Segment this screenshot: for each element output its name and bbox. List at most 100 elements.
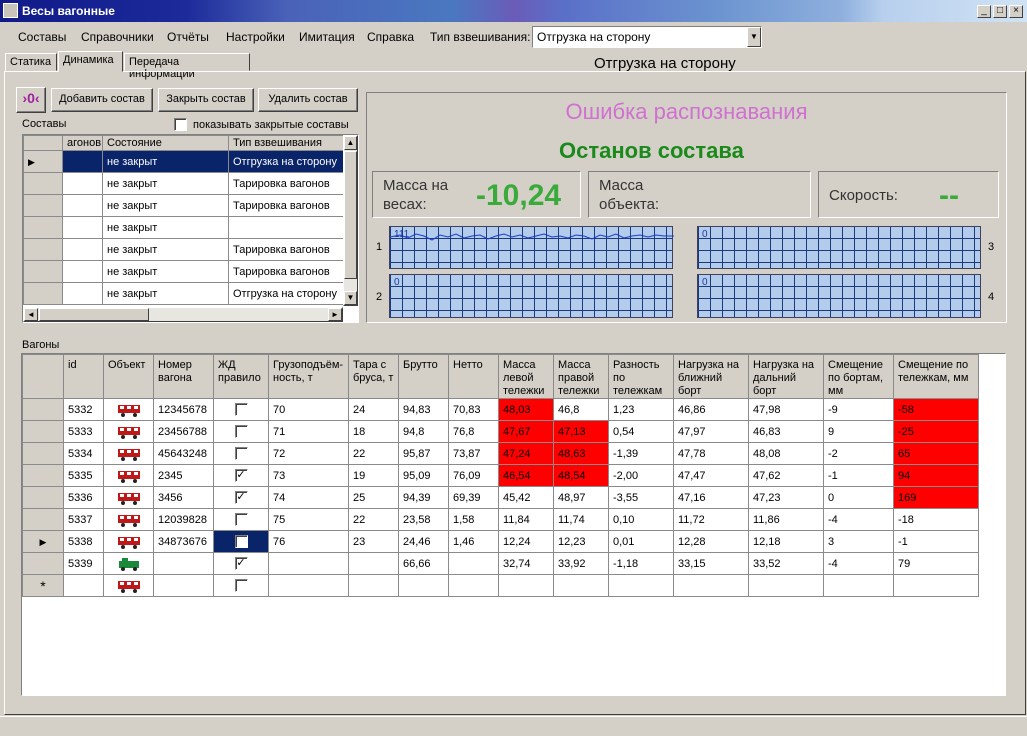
wagon-left-bogie[interactable]: 11,84 [498, 508, 554, 531]
col-header-object[interactable]: Объект [103, 354, 154, 399]
wagon-side-offset[interactable]: -4 [823, 508, 894, 531]
train-row[interactable]: не закрыт Тарировка вагонов [23, 238, 344, 261]
rail-rule-cell[interactable] [213, 442, 269, 465]
train-row[interactable]: не закрыт Тарировка вагонов [23, 172, 344, 195]
wagon-gross[interactable]: 66,66 [398, 552, 449, 575]
row-header[interactable] [23, 282, 63, 305]
scroll-left-icon[interactable]: ◄ [24, 308, 38, 321]
wagon-side-offset[interactable]: 3 [823, 530, 894, 553]
wagon-net[interactable] [448, 574, 499, 597]
wagon-tare[interactable] [348, 552, 399, 575]
wagon-side-offset[interactable]: -2 [823, 442, 894, 465]
col-header-state[interactable]: Состояние [102, 135, 229, 151]
wagon-near-side[interactable]: 46,86 [673, 398, 749, 421]
wagon-left-bogie[interactable]: 32,74 [498, 552, 554, 575]
col-header-count[interactable]: агонов [62, 135, 103, 151]
wagon-bogie-offset[interactable]: -58 [893, 398, 979, 421]
wagon-bogie-offset[interactable] [893, 574, 979, 597]
wagon-near-side[interactable]: 47,47 [673, 464, 749, 487]
wagon-far-side[interactable]: 47,62 [748, 464, 824, 487]
wagon-capacity[interactable]: 70 [268, 398, 349, 421]
train-count[interactable] [62, 216, 103, 239]
rail-rule-checkbox[interactable] [234, 425, 248, 438]
col-header-rail-rule[interactable]: ЖД правило [213, 354, 269, 399]
wagon-gross[interactable]: 95,87 [398, 442, 449, 465]
wagon-id[interactable]: 5339 [63, 552, 104, 575]
wagon-row[interactable]: 5339 ✓ 66,66 32,74 33,92 -1,18 33,15 33,52 -4 79 [22, 552, 979, 575]
col-header-bogie-diff[interactable]: Разность по тележкам [608, 354, 674, 399]
train-state[interactable]: не закрыт [102, 238, 229, 261]
wagon-net[interactable] [448, 552, 499, 575]
wagon-far-side[interactable]: 12,18 [748, 530, 824, 553]
wagon-right-bogie[interactable] [553, 574, 609, 597]
wagon-row[interactable]: 5337 12039828 75 22 23,58 1,58 11,84 11,74 0,10 1… [22, 508, 979, 531]
wagon-bogie-diff[interactable]: 0,01 [608, 530, 674, 553]
wagon-side-offset[interactable]: 9 [823, 420, 894, 443]
wagon-bogie-offset[interactable]: 169 [893, 486, 979, 509]
wagon-bogie-offset[interactable]: -1 [893, 530, 979, 553]
wagon-bogie-offset[interactable]: 79 [893, 552, 979, 575]
show-closed-option[interactable]: показывать закрытые составы [174, 118, 349, 131]
row-header[interactable] [22, 552, 64, 575]
wagon-bogie-diff[interactable]: -1,18 [608, 552, 674, 575]
train-state[interactable]: не закрыт [102, 282, 229, 305]
wagon-far-side[interactable] [748, 574, 824, 597]
row-header[interactable] [23, 194, 63, 217]
wagon-number[interactable]: 45643248 [153, 442, 214, 465]
row-header[interactable] [23, 238, 63, 261]
row-header[interactable] [22, 442, 64, 465]
wagon-object[interactable] [103, 464, 154, 487]
wagon-capacity[interactable] [268, 574, 349, 597]
rail-rule-cell[interactable] [213, 530, 269, 553]
train-row[interactable]: не закрыт [23, 216, 344, 239]
wagon-row[interactable]: 5332 12345678 70 24 94,83 70,83 48,03 46,8 1,23 4… [22, 398, 979, 421]
row-header[interactable] [22, 486, 64, 509]
wagon-near-side[interactable]: 33,15 [673, 552, 749, 575]
wagon-left-bogie[interactable] [498, 574, 554, 597]
col-header-wagon-number[interactable]: Номер вагона [153, 354, 214, 399]
wagon-bogie-offset[interactable]: -18 [893, 508, 979, 531]
menu-item-reports[interactable]: Отчёты [167, 30, 209, 44]
menu-item-simulation[interactable]: Имитация [299, 30, 355, 44]
row-header[interactable] [22, 420, 64, 443]
wagon-capacity[interactable]: 73 [268, 464, 349, 487]
wagon-gross[interactable]: 95,09 [398, 464, 449, 487]
wagon-id[interactable]: 5338 [63, 530, 104, 553]
wagon-id[interactable] [63, 574, 104, 597]
hscroll-thumb[interactable] [39, 308, 149, 321]
col-header-side-offset[interactable]: Смещение по бортам, мм [823, 354, 894, 399]
rail-rule-checkbox[interactable] [234, 579, 248, 592]
wagon-far-side[interactable]: 47,98 [748, 398, 824, 421]
wagon-near-side[interactable]: 12,28 [673, 530, 749, 553]
col-header-right-bogie[interactable]: Масса правой тележки [553, 354, 609, 399]
chevron-down-icon[interactable]: ▼ [747, 27, 761, 47]
train-weigh-type[interactable]: Тарировка вагонов [228, 194, 344, 217]
train-count[interactable] [62, 194, 103, 217]
wagon-tare[interactable]: 22 [348, 508, 399, 531]
col-header-bogie-offset[interactable]: Смещение по тележкам, мм [893, 354, 979, 399]
wagon-net[interactable]: 70,83 [448, 398, 499, 421]
train-state[interactable]: не закрыт [102, 216, 229, 239]
wagon-bogie-offset[interactable]: -25 [893, 420, 979, 443]
wagon-capacity[interactable]: 72 [268, 442, 349, 465]
rail-rule-cell[interactable] [213, 398, 269, 421]
wagon-number[interactable]: 2345 [153, 464, 214, 487]
rail-rule-checkbox[interactable] [234, 535, 248, 548]
wagon-object[interactable] [103, 420, 154, 443]
wagon-object[interactable] [103, 486, 154, 509]
train-weigh-type[interactable]: Тарировка вагонов [228, 260, 344, 283]
train-count[interactable] [62, 260, 103, 283]
wagon-right-bogie[interactable]: 33,92 [553, 552, 609, 575]
rail-rule-cell[interactable]: ✓ [213, 552, 269, 575]
wagon-near-side[interactable]: 11,72 [673, 508, 749, 531]
wagon-far-side[interactable]: 33,52 [748, 552, 824, 575]
wagon-bogie-diff[interactable]: 0,10 [608, 508, 674, 531]
row-header[interactable] [23, 172, 63, 195]
close-button[interactable]: × [1009, 5, 1023, 18]
train-count[interactable] [62, 150, 103, 173]
wagon-near-side[interactable]: 47,97 [673, 420, 749, 443]
app-icon[interactable] [3, 3, 18, 18]
wagon-far-side[interactable]: 47,23 [748, 486, 824, 509]
wagon-far-side[interactable]: 48,08 [748, 442, 824, 465]
col-header-type[interactable]: Тип взвешивания [228, 135, 344, 151]
